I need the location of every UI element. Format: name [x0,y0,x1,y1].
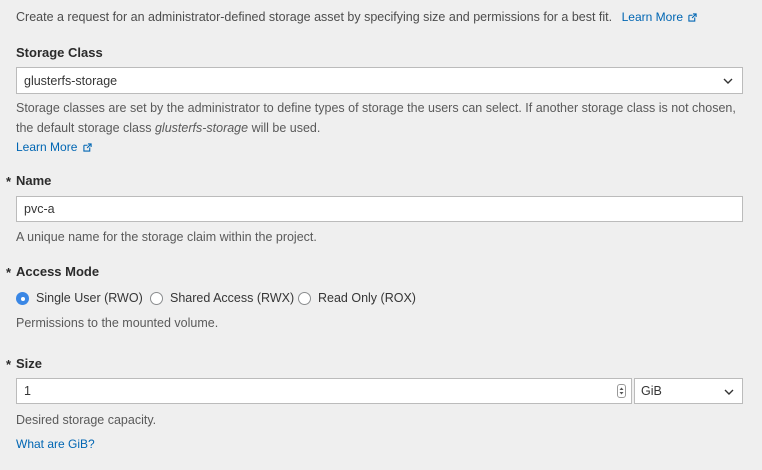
size-input[interactable]: 1 [16,378,632,404]
external-link-icon [83,143,92,152]
storage-class-help: Storage classes are set by the administr… [16,98,756,138]
size-help: Desired storage capacity. [16,413,157,427]
what-are-gib-link[interactable]: What are GiB? [16,437,95,451]
size-input-value: 1 [24,384,31,398]
storage-class-help-end: will be used. [248,121,321,135]
name-required-mark: * [6,174,12,189]
intro-learn-more-link[interactable]: Learn More [622,10,698,24]
spinner-arrows-icon[interactable] [617,384,626,398]
spinner-arrows-glyph [619,387,624,395]
size-unit-value: GiB [641,384,662,398]
storage-class-learn-more-link[interactable]: Learn More [16,140,92,154]
radio-read-only[interactable] [298,292,311,305]
storage-class-help-line2: the default storage class glusterfs-stor… [16,118,756,138]
name-input-value: pvc-a [24,202,55,216]
name-help: A unique name for the storage claim with… [16,230,317,244]
radio-single-user[interactable] [16,292,29,305]
size-unit-select[interactable]: GiB [634,378,743,404]
default-storage-class-name: glusterfs-storage [154,121,249,135]
storage-class-label: Storage Class [16,45,103,60]
radio-shared-access-label[interactable]: Shared Access (RWX) [170,291,294,305]
access-mode-required-mark: * [6,265,12,280]
size-required-mark: * [6,357,12,372]
intro-learn-more-label: Learn More [621,10,683,24]
storage-class-learn-more-label: Learn More [16,140,78,154]
name-input[interactable]: pvc-a [16,196,743,222]
size-label: Size [16,356,43,371]
chevron-down-icon [723,78,733,84]
access-mode-help: Permissions to the mounted volume. [16,316,219,330]
radio-shared-access[interactable] [150,292,163,305]
name-label: Name [16,173,52,188]
intro-text-row: Create a request for an administrator-de… [16,10,697,24]
radio-read-only-label[interactable]: Read Only (ROX) [318,291,416,305]
storage-class-help-text: the default storage class [16,121,155,135]
access-mode-label: Access Mode [16,264,100,279]
intro-text: Create a request for an administrator-de… [16,10,613,24]
storage-class-help-line1: Storage classes are set by the administr… [16,101,736,115]
chevron-down-icon [724,389,734,395]
radio-single-user-label[interactable]: Single User (RWO) [36,291,143,305]
storage-class-select[interactable]: glusterfs-storage [16,67,743,94]
external-link-icon [688,13,697,22]
storage-class-value: glusterfs-storage [24,74,118,88]
